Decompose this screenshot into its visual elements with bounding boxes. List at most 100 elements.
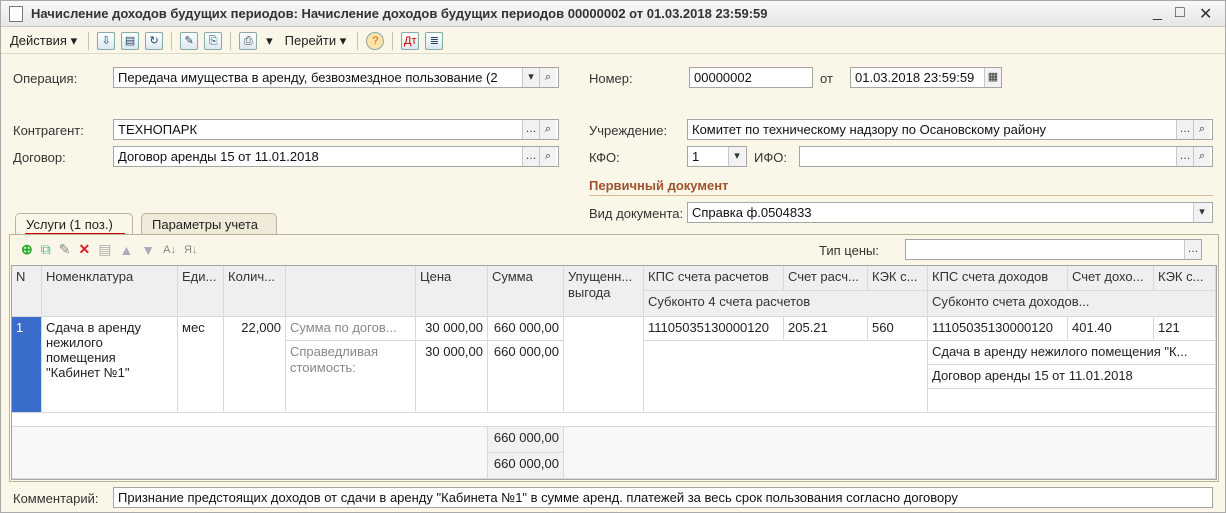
move-up-icon[interactable]: ▲ xyxy=(119,242,133,258)
price-type-field[interactable]: … xyxy=(905,239,1202,260)
select-ellipsis-icon[interactable]: … xyxy=(522,147,539,166)
row-kps-calc[interactable]: 11105035130000120 xyxy=(644,317,784,341)
col-header-kps-calc[interactable]: КПС счета расчетов xyxy=(644,266,784,291)
dropdown-icon[interactable]: ▾ xyxy=(728,147,745,166)
col-header-nomenclature[interactable]: Номенклатура xyxy=(42,266,178,317)
select-ellipsis-icon[interactable]: … xyxy=(1176,120,1193,139)
row-sum-contract[interactable]: 660 000,00 xyxy=(488,317,564,341)
search-icon[interactable]: ⌕ xyxy=(1193,147,1210,166)
col-header-subconto-inc[interactable]: Субконто счета доходов... xyxy=(928,291,1216,317)
based-on-icon[interactable]: ⎘ xyxy=(204,31,223,50)
col-header-n[interactable]: N xyxy=(12,266,42,317)
contract-field[interactable]: Договор аренды 15 от 11.01.2018 … ⌕ xyxy=(113,146,559,167)
row-number[interactable]: 1 xyxy=(12,317,42,413)
row-unit[interactable]: мес xyxy=(178,317,224,413)
row-subconto-inc-1[interactable]: Сдача в аренду нежилого помещения "К... xyxy=(928,341,1216,365)
row-kind-contract[interactable]: Сумма по догов... xyxy=(286,317,416,341)
col-header-kps-inc[interactable]: КПС счета доходов xyxy=(928,266,1068,291)
row-lost-profit[interactable] xyxy=(564,317,644,413)
doc-type-field[interactable]: Справка ф.0504833 ▾ xyxy=(687,202,1213,223)
date-field[interactable]: 01.03.2018 23:59:59 ▦ xyxy=(850,67,1002,88)
search-icon[interactable]: ⌕ xyxy=(1193,120,1210,139)
col-header-sum[interactable]: Сумма xyxy=(488,266,564,317)
print-icon[interactable]: ⎙ xyxy=(239,31,258,50)
row-price-fair[interactable]: 30 000,00 xyxy=(416,341,488,413)
delete-row-icon[interactable]: ✕ xyxy=(78,241,90,258)
number-field[interactable]: 00000002 xyxy=(689,67,813,88)
dropdown-icon[interactable]: ▾ xyxy=(1193,203,1210,222)
fill-icon[interactable]: ✎ xyxy=(180,31,199,50)
maximize-icon[interactable]: □ xyxy=(1175,4,1185,22)
help-icon[interactable]: ? xyxy=(366,31,385,50)
select-ellipsis-icon[interactable]: … xyxy=(1184,240,1201,259)
col-header-subconto-calc[interactable]: Субконто 4 счета расчетов xyxy=(644,291,928,317)
col-header-acc-calc[interactable]: Счет расч... xyxy=(784,266,868,291)
search-icon[interactable]: ⌕ xyxy=(539,147,556,166)
toolbar-separator xyxy=(357,31,359,50)
search-icon[interactable]: ⌕ xyxy=(539,68,556,87)
row-subconto-inc-3[interactable] xyxy=(928,389,1216,413)
price-type-label: Тип цены: xyxy=(819,243,879,258)
report-icon[interactable]: ≣ xyxy=(425,31,444,50)
minimize-icon[interactable]: _ xyxy=(1153,4,1162,22)
primary-doc-title: Первичный документ xyxy=(589,178,729,193)
add-row-icon[interactable]: ⊕ xyxy=(21,241,33,258)
refresh-icon[interactable]: ↻ xyxy=(145,31,164,50)
move-down-icon[interactable]: ▼ xyxy=(141,242,155,258)
col-header-kind[interactable] xyxy=(286,266,416,317)
tab-accounting-params[interactable]: Параметры учета xyxy=(141,213,277,235)
row-acc-inc[interactable]: 401.40 xyxy=(1068,317,1154,341)
dropdown-icon[interactable]: ▾ xyxy=(522,68,539,87)
end-edit-icon[interactable]: ▤ xyxy=(98,241,111,258)
ifo-field[interactable]: … ⌕ xyxy=(799,146,1213,167)
tab-services[interactable]: Услуги (1 поз.) xyxy=(15,213,133,235)
row-price-contract[interactable]: 30 000,00 xyxy=(416,317,488,341)
col-header-kek-calc[interactable]: КЭК с... xyxy=(868,266,928,291)
col-header-qty[interactable]: Колич... xyxy=(224,266,286,317)
row-kind-fair-value[interactable]: Справедливая стоимость: xyxy=(286,341,416,413)
col-header-price[interactable]: Цена xyxy=(416,266,488,317)
row-kek-calc[interactable]: 560 xyxy=(868,317,928,341)
row-subconto-inc-2[interactable]: Договор аренды 15 от 11.01.2018 xyxy=(928,365,1216,389)
col-header-unit[interactable]: Еди... xyxy=(178,266,224,317)
actions-menu[interactable]: Действия ▾ xyxy=(7,31,80,51)
row-kek-inc[interactable]: 121 xyxy=(1154,317,1216,341)
col-header-acc-inc[interactable]: Счет дохо... xyxy=(1068,266,1154,291)
select-ellipsis-icon[interactable]: … xyxy=(522,120,539,139)
copy-row-icon[interactable]: ⧉ xyxy=(41,241,51,258)
row-subconto-calc[interactable] xyxy=(644,341,928,413)
goto-menu[interactable]: Перейти ▾ xyxy=(282,31,350,51)
sort-desc-icon[interactable]: Я↓ xyxy=(184,244,197,256)
calendar-icon[interactable]: ▦ xyxy=(984,68,1001,87)
row-qty[interactable]: 22,000 xyxy=(224,317,286,413)
comment-field[interactable]: Признание предстоящих доходов от сдачи в… xyxy=(113,487,1213,508)
contract-value: Договор аренды 15 от 11.01.2018 xyxy=(118,149,319,164)
dt-kt-icon[interactable]: Дт xyxy=(401,31,420,50)
services-table[interactable]: N Номенклатура Еди... Колич... Цена Сумм… xyxy=(11,265,1217,480)
kfo-field[interactable]: 1 ▾ xyxy=(687,146,747,167)
section-divider xyxy=(589,195,1213,196)
col-header-lost-profit[interactable]: Упущенн... выгода xyxy=(564,266,644,317)
edit-row-icon[interactable]: ✎ xyxy=(59,241,71,258)
document-window: Начисление доходов будущих периодов: Нач… xyxy=(0,0,1226,513)
toolbar-separator xyxy=(88,31,90,50)
row-kps-inc[interactable]: 11105035130000120 xyxy=(928,317,1068,341)
document-icon xyxy=(9,5,23,22)
close-icon[interactable]: ✕ xyxy=(1199,4,1212,24)
col-header-kek-inc[interactable]: КЭК с... xyxy=(1154,266,1216,291)
row-sum-fair[interactable]: 660 000,00 xyxy=(488,341,564,413)
date-value: 01.03.2018 23:59:59 xyxy=(855,70,975,85)
tab-accounting-params-label: Параметры учета xyxy=(152,217,259,232)
post-close-icon[interactable]: ⇩ xyxy=(97,31,116,50)
print-dropdown-icon[interactable]: ▾ xyxy=(263,31,276,51)
row-acc-calc[interactable]: 205.21 xyxy=(784,317,868,341)
row-nomenclature[interactable]: Сдача в аренду нежилого помещения "Кабин… xyxy=(42,317,178,413)
post-icon[interactable]: ▤ xyxy=(121,31,140,50)
kfo-label: КФО: xyxy=(589,150,620,165)
institution-field[interactable]: Комитет по техническому надзору по Осано… xyxy=(687,119,1213,140)
select-ellipsis-icon[interactable]: … xyxy=(1176,147,1193,166)
operation-field[interactable]: Передача имущества в аренду, безвозмездн… xyxy=(113,67,559,88)
sort-asc-icon[interactable]: A↓ xyxy=(163,244,176,256)
search-icon[interactable]: ⌕ xyxy=(539,120,556,139)
counterparty-field[interactable]: ТЕХНОПАРК … ⌕ xyxy=(113,119,559,140)
